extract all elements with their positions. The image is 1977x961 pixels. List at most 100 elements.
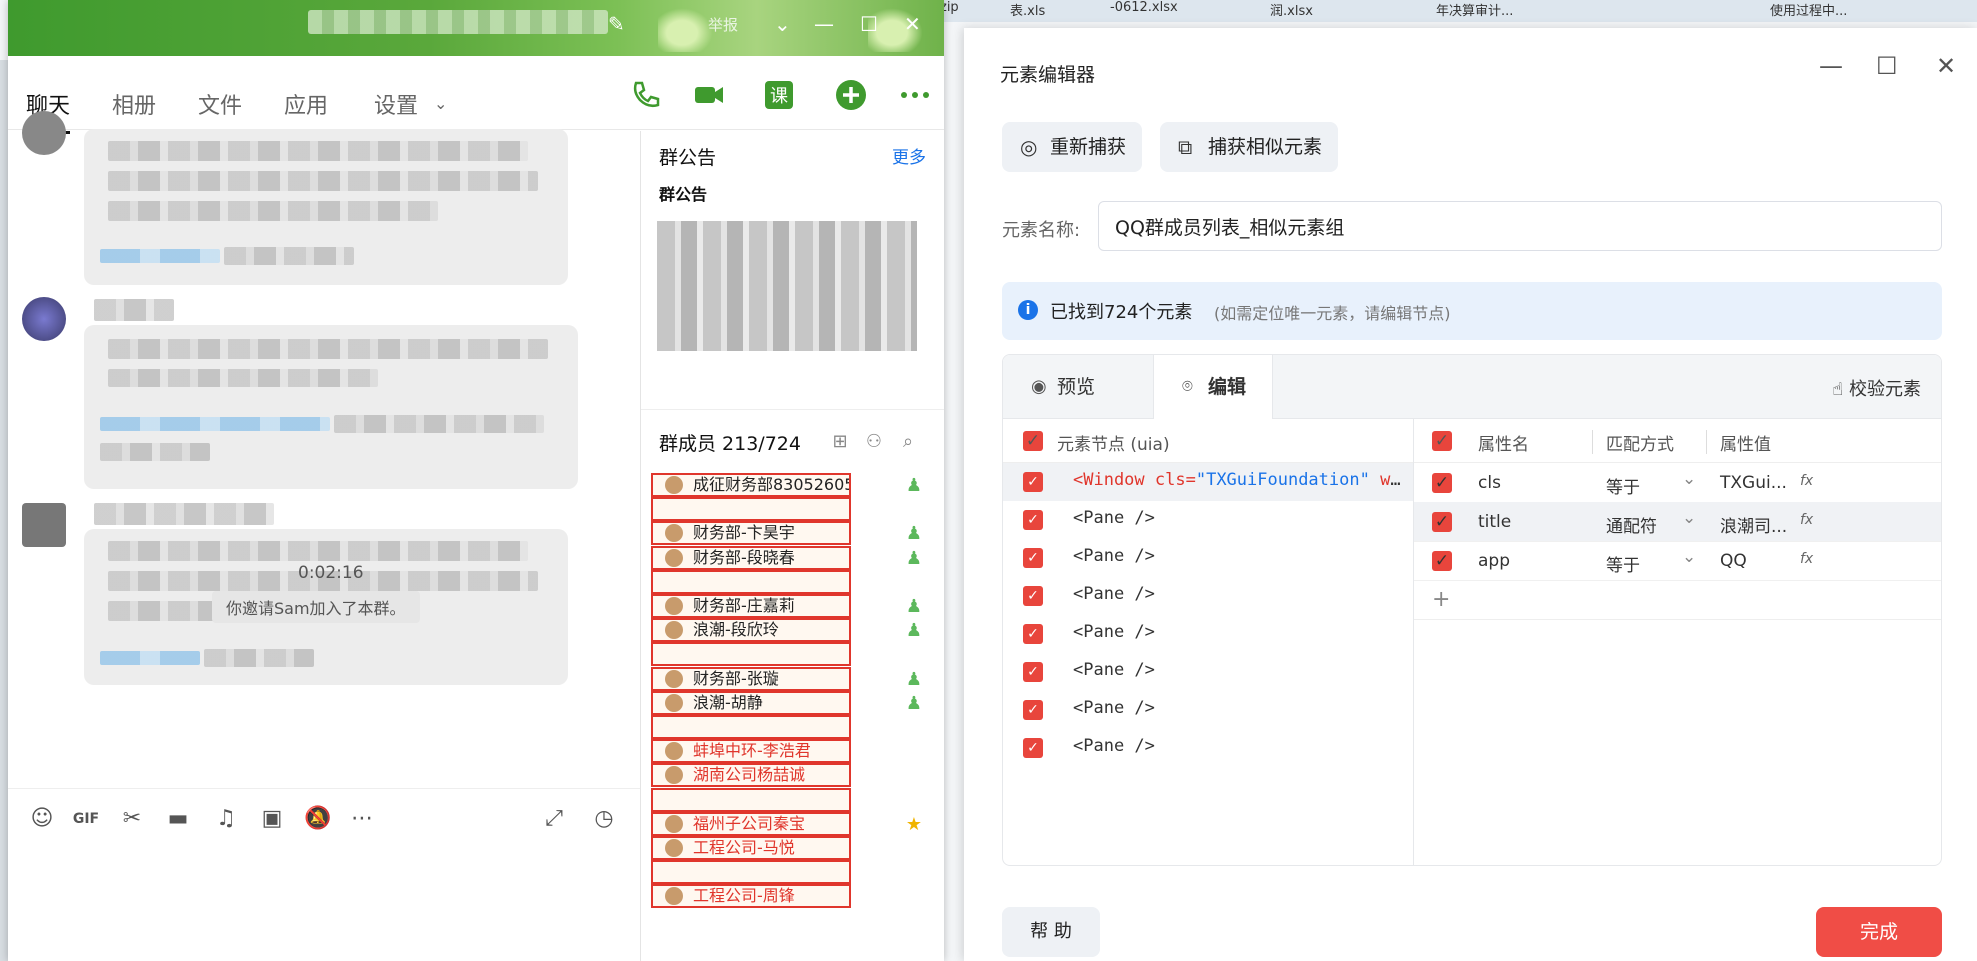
add-attribute-button[interactable]: + bbox=[1432, 587, 1450, 612]
member-item[interactable] bbox=[651, 569, 851, 594]
member-item[interactable]: 工程公司-马悦 bbox=[651, 836, 851, 860]
select-all-checkbox[interactable]: ✓ bbox=[1023, 431, 1043, 451]
video-call-icon[interactable] bbox=[692, 78, 726, 112]
class-icon[interactable]: 课 bbox=[762, 78, 796, 112]
image-icon[interactable]: ▣ bbox=[258, 805, 286, 833]
qq-title-bar[interactable]: ✎ 举报 ⌄ — ☐ ✕ bbox=[8, 0, 944, 56]
more-tools-icon[interactable]: ⋯ bbox=[348, 805, 376, 833]
music-icon[interactable]: ♫ bbox=[212, 805, 240, 833]
member-item[interactable]: 财务部-卞昊宇 bbox=[651, 521, 851, 546]
desktop-file[interactable]: 年决算审计... bbox=[1436, 0, 1513, 19]
member-item[interactable] bbox=[651, 497, 851, 522]
node-checkbox[interactable]: ✓ bbox=[1023, 586, 1043, 606]
member-item[interactable]: 福州子公司秦宝 bbox=[651, 811, 851, 836]
edit-icon[interactable]: ✎ bbox=[608, 12, 625, 36]
maximize-icon[interactable]: ☐ bbox=[860, 12, 878, 36]
tab-album[interactable]: 相册 bbox=[112, 88, 156, 120]
member-item[interactable]: 浪潮-段欣玲 bbox=[651, 618, 851, 643]
attr-match-select[interactable]: 等于 bbox=[1606, 551, 1640, 576]
chevron-down-icon[interactable]: ⌄ bbox=[434, 94, 447, 113]
history-clock-icon[interactable]: ◷ bbox=[590, 805, 618, 833]
phone-icon[interactable] bbox=[628, 78, 662, 112]
more-icon[interactable] bbox=[898, 78, 932, 112]
tab-edit[interactable]: ⌾ 编辑 bbox=[1153, 355, 1273, 419]
member-item[interactable]: 工程公司-周锋 bbox=[651, 884, 851, 909]
element-name-input[interactable] bbox=[1098, 201, 1942, 251]
search-icon[interactable]: ⌕ bbox=[897, 431, 919, 453]
fx-icon[interactable]: fx bbox=[1800, 551, 1813, 567]
node-checkbox[interactable]: ✓ bbox=[1023, 738, 1043, 758]
desktop-file[interactable]: 润.xlsx bbox=[1270, 0, 1313, 19]
node-row[interactable]: ✓ <Window cls="TXGuiFoundation" wil... bbox=[1003, 463, 1413, 501]
member-item[interactable] bbox=[651, 860, 851, 885]
recapture-button[interactable]: ◎ 重新捕获 bbox=[1002, 122, 1143, 172]
fx-icon[interactable]: fx bbox=[1800, 473, 1813, 489]
node-checkbox[interactable]: ✓ bbox=[1023, 510, 1043, 530]
notice-more-link[interactable]: 更多 bbox=[892, 143, 926, 168]
chevron-down-icon[interactable]: ⌄ bbox=[1682, 508, 1696, 528]
close-icon[interactable]: ✕ bbox=[904, 12, 921, 36]
add-member-icon[interactable]: ⚇ bbox=[863, 431, 885, 453]
capture-similar-button[interactable]: ⧉ 捕获相似元素 bbox=[1160, 122, 1339, 172]
verify-element-button[interactable]: ☝ 校验元素 bbox=[1832, 375, 1921, 401]
minimize-icon[interactable]: — bbox=[814, 12, 834, 36]
node-checkbox[interactable]: ✓ bbox=[1023, 548, 1043, 568]
node-row[interactable]: ✓ <Pane /> bbox=[1003, 729, 1413, 767]
node-checkbox[interactable]: ✓ bbox=[1023, 472, 1043, 492]
node-checkbox[interactable]: ✓ bbox=[1023, 662, 1043, 682]
attribute-row[interactable]: ✓ cls 等于 ⌄ TXGui... fx bbox=[1414, 463, 1941, 503]
member-item[interactable]: 蚌埠中环-李浩君 bbox=[651, 739, 851, 764]
gif-icon[interactable]: GIF bbox=[72, 805, 100, 833]
member-item[interactable]: 财务部-张璇 bbox=[651, 666, 851, 691]
minimize-icon[interactable]: — bbox=[1819, 52, 1843, 80]
node-row[interactable]: ✓ <Pane /> bbox=[1003, 691, 1413, 729]
node-checkbox[interactable]: ✓ bbox=[1023, 624, 1043, 644]
invite-icon[interactable]: ⊞ bbox=[829, 431, 851, 453]
member-item[interactable] bbox=[651, 787, 851, 812]
close-icon[interactable]: ✕ bbox=[1936, 52, 1956, 80]
tab-apps[interactable]: 应用 bbox=[284, 88, 328, 120]
member-item[interactable]: 湖南公司杨喆诚 bbox=[651, 763, 851, 788]
tab-preview[interactable]: ◉ 预览 bbox=[1003, 355, 1153, 419]
member-item[interactable]: 财务部-庄嘉莉 bbox=[651, 594, 851, 618]
attribute-row[interactable]: ✓ title 通配符 ⌄ 浪潮司... fx bbox=[1414, 502, 1941, 542]
emoji-icon[interactable]: ☺ bbox=[28, 805, 56, 833]
chevron-down-icon[interactable]: ⌄ bbox=[1682, 547, 1696, 567]
chevron-down-icon[interactable]: ⌄ bbox=[774, 12, 791, 36]
node-checkbox[interactable]: ✓ bbox=[1023, 700, 1043, 720]
attr-match-select[interactable]: 等于 bbox=[1606, 473, 1640, 498]
tab-files[interactable]: 文件 bbox=[198, 88, 242, 120]
attr-match-select[interactable]: 通配符 bbox=[1606, 512, 1657, 537]
tab-settings[interactable]: 设置 bbox=[374, 88, 418, 120]
desktop-file[interactable]: -0612.xlsx bbox=[1110, 0, 1178, 15]
avatar[interactable] bbox=[22, 111, 66, 155]
report-link[interactable]: 举报 bbox=[708, 14, 738, 35]
expand-icon[interactable]: ⤢ bbox=[540, 805, 568, 833]
chevron-down-icon[interactable]: ⌄ bbox=[1682, 469, 1696, 489]
node-row[interactable]: ✓ <Pane /> bbox=[1003, 615, 1413, 653]
avatar[interactable] bbox=[22, 297, 66, 341]
node-row[interactable]: ✓ <Pane /> bbox=[1003, 577, 1413, 615]
attribute-row[interactable]: ✓ app 等于 ⌄ QQ fx bbox=[1414, 541, 1941, 581]
node-row[interactable]: ✓ <Pane /> bbox=[1003, 539, 1413, 577]
member-item[interactable] bbox=[651, 642, 851, 667]
done-button[interactable]: 完成 bbox=[1816, 907, 1942, 957]
attr-checkbox[interactable]: ✓ bbox=[1432, 551, 1452, 571]
desktop-file[interactable]: 使用过程中... bbox=[1770, 0, 1847, 19]
mute-bell-icon[interactable]: 🔕 bbox=[304, 805, 332, 833]
add-icon[interactable] bbox=[834, 78, 868, 112]
node-row[interactable]: ✓ <Pane /> bbox=[1003, 653, 1413, 691]
member-item[interactable]: 成征财务部83052605 bbox=[651, 473, 851, 497]
attr-checkbox[interactable]: ✓ bbox=[1432, 512, 1452, 532]
member-item[interactable]: 浪潮-胡静 bbox=[651, 690, 851, 715]
message-bubble[interactable] bbox=[84, 325, 578, 489]
member-item[interactable]: 财务部-段晓春 bbox=[651, 545, 851, 570]
fx-icon[interactable]: fx bbox=[1800, 512, 1813, 528]
select-all-attrs-checkbox[interactable]: ✓ bbox=[1432, 431, 1452, 451]
chat-message-area[interactable]: 0:02:16 你邀请Sam加入了本群。 bbox=[8, 111, 640, 791]
desktop-file[interactable]: 表.xls bbox=[1010, 0, 1045, 19]
avatar[interactable] bbox=[22, 503, 66, 547]
message-bubble[interactable] bbox=[84, 129, 568, 285]
maximize-icon[interactable]: ☐ bbox=[1876, 52, 1898, 80]
node-row[interactable]: ✓ <Pane /> bbox=[1003, 501, 1413, 539]
